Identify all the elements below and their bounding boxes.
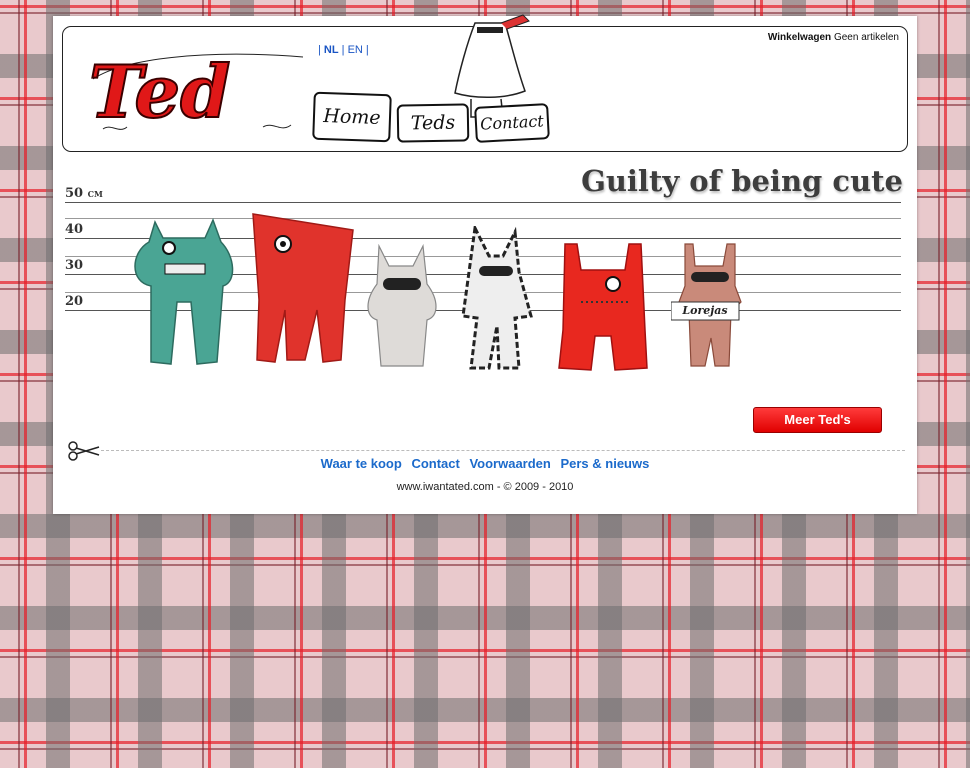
footer-link-pers-nieuws[interactable]: Pers & nieuws — [560, 456, 649, 471]
lang-nl-link[interactable]: NL — [324, 44, 339, 56]
page-container: Ted | NL | EN | Home Teds Contact Winkel… — [53, 14, 917, 514]
height-mark-40: 40 — [65, 222, 84, 237]
footer-link-contact[interactable]: Contact — [411, 456, 459, 471]
lorejas-sign-text: Lorejas — [682, 304, 728, 317]
banner-tagline: Guilty of being cute — [581, 164, 903, 198]
site-header: Ted | NL | EN | Home Teds Contact Winkel… — [62, 14, 908, 152]
more-teds-button[interactable]: Meer Ted's — [753, 407, 882, 433]
zebra-toy[interactable] — [459, 226, 535, 372]
svg-text:Ted: Ted — [89, 49, 230, 134]
cart-status: Geen artikelen — [833, 32, 899, 43]
red-monster-toy[interactable] — [555, 240, 651, 374]
grey-cat-toy[interactable] — [365, 244, 439, 370]
footer-link-waar-te-koop[interactable]: Waar te koop — [321, 456, 402, 471]
cut-line-divider — [101, 450, 905, 451]
lineup-banner: Guilty of being cute 50 CM 40 30 20 Lore… — [65, 160, 905, 392]
cart-label: Winkelwagen — [767, 32, 832, 43]
lang-en-link[interactable]: EN — [348, 44, 363, 56]
nav-contact-button[interactable]: Contact — [474, 103, 550, 143]
language-switcher: | NL | EN | — [318, 44, 369, 56]
teal-monster-toy[interactable] — [125, 212, 241, 368]
nav-teds-button[interactable]: Teds — [396, 103, 470, 143]
ted-logo[interactable]: Ted — [83, 39, 308, 135]
height-line — [65, 202, 901, 203]
copyright-text: www.iwantated.com - © 2009 - 2010 — [396, 481, 574, 493]
red-square-toy[interactable] — [245, 210, 361, 370]
height-mark-50: 50 CM — [65, 186, 103, 201]
nav-home-button[interactable]: Home — [312, 91, 392, 143]
shopping-cart[interactable]: Winkelwagen Geen artikelen — [768, 32, 899, 43]
height-mark-30: 30 — [65, 258, 84, 273]
footer-nav: Waar te koop Contact Voorwaarden Pers & … — [53, 456, 917, 471]
footer-link-voorwaarden[interactable]: Voorwaarden — [469, 456, 550, 471]
height-mark-20: 20 — [65, 294, 84, 309]
